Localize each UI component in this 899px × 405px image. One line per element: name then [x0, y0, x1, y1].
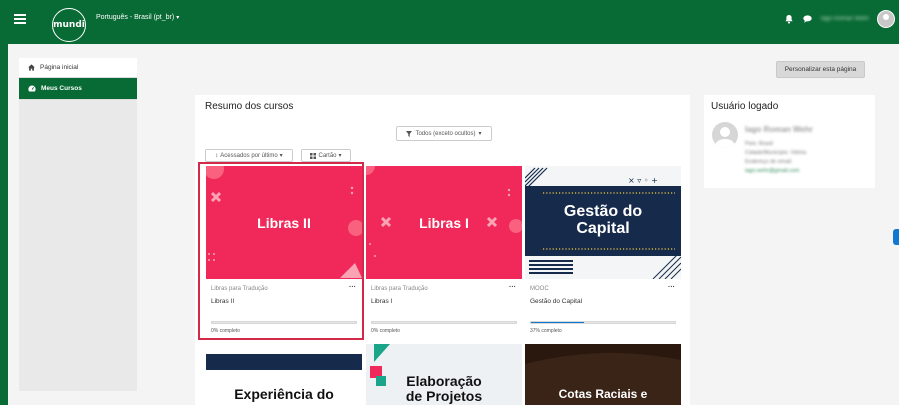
- course-image[interactable]: × ▿ ◦ + Gestão do Capital: [525, 166, 681, 279]
- menu-icon[interactable]: [14, 14, 26, 24]
- user-avatar[interactable]: [712, 122, 738, 148]
- filter-icon: [406, 130, 413, 137]
- course-image-title-line: de Projetos: [405, 387, 483, 404]
- course-category: Libras para Tradução: [371, 286, 428, 292]
- course-card[interactable]: Elaboração de Projetos: [366, 344, 522, 405]
- filter-label: Todos (exceto ocultos): [415, 130, 476, 137]
- course-image[interactable]: Libras II: [206, 166, 362, 279]
- course-image-title-line: Gestão do: [563, 203, 643, 220]
- user-full-name[interactable]: Iago Roman Wehr: [745, 125, 813, 134]
- course-card[interactable]: Libras II Libras para Tradução ··· Libra…: [206, 166, 362, 340]
- view-dropdown[interactable]: Cartão ▾: [301, 149, 351, 162]
- course-image-title: Elaboração de Projetos: [366, 374, 522, 403]
- user-email[interactable]: iago.wehr@gmail.com: [745, 168, 800, 174]
- progress-fill: [531, 322, 585, 323]
- nav-item-label: Meus Cursos: [41, 85, 82, 92]
- progress-bar: [530, 321, 676, 324]
- caret-down-icon: ▾: [279, 153, 283, 159]
- dashboard-icon: [28, 85, 36, 92]
- course-image-title-line: Elaboração: [406, 373, 482, 389]
- course-category: MOOC: [530, 286, 549, 292]
- more-options-icon[interactable]: ···: [668, 284, 675, 291]
- block-title: Resumo dos cursos: [205, 101, 294, 112]
- progress-bar: [211, 321, 357, 324]
- site-logo[interactable]: mundi: [52, 8, 86, 42]
- user-info-line: Endereço de email:: [745, 159, 793, 165]
- course-card[interactable]: Cotas Raciais e: [525, 344, 681, 405]
- user-name[interactable]: Iago Roman Wehr: [820, 16, 869, 22]
- home-icon: [28, 64, 35, 71]
- caret-down-icon: ▾: [478, 131, 482, 137]
- floating-drawer-toggle[interactable]: [893, 229, 899, 245]
- course-name[interactable]: Libras II: [211, 298, 234, 305]
- chat-icon[interactable]: [802, 14, 812, 24]
- course-card[interactable]: Experiência do: [206, 344, 362, 405]
- left-accent-bar: [0, 44, 8, 405]
- course-image-title: Experiência do: [234, 386, 334, 402]
- language-menu[interactable]: Português - Brasil (pt_br) ▾: [96, 14, 179, 21]
- sort-label: Acessados por último: [220, 152, 278, 159]
- progress-bar: [371, 321, 517, 324]
- sort-dropdown[interactable]: ↕ Acessados por último ▾: [205, 149, 293, 162]
- course-card[interactable]: × ▿ ◦ + Gestão do Capital MOOC ··· Gestão…: [525, 166, 681, 340]
- course-image-banner: [206, 354, 362, 370]
- sort-icon: ↕: [215, 152, 219, 159]
- course-card[interactable]: Libras I Libras para Tradução ··· Libras…: [366, 166, 522, 340]
- caret-down-icon: ▾: [338, 153, 342, 159]
- caret-down-icon: ▾: [176, 15, 180, 21]
- more-options-icon[interactable]: ···: [349, 284, 356, 291]
- nav-item-home[interactable]: Página inicial: [19, 58, 137, 78]
- filter-dropdown[interactable]: Todos (exceto ocultos) ▾: [396, 126, 492, 141]
- course-image-title: Libras I: [419, 215, 469, 231]
- course-name[interactable]: Libras I: [371, 298, 392, 305]
- course-image-title-line: Capital: [576, 219, 630, 237]
- course-image-title: Libras II: [257, 215, 311, 231]
- user-info-line: Cidade/Município: Vitória: [745, 150, 807, 156]
- course-image[interactable]: Libras I: [366, 166, 522, 279]
- course-image-title: Gestão do Capital: [525, 203, 681, 238]
- course-category: Libras para Tradução: [211, 286, 268, 292]
- block-title: Usuário logado: [711, 101, 779, 112]
- course-image-title: Cotas Raciais e: [558, 387, 648, 401]
- user-tools: Iago Roman Wehr: [784, 10, 895, 28]
- bell-icon[interactable]: [784, 14, 794, 24]
- course-name[interactable]: Gestão do Capital: [530, 298, 582, 305]
- nav-item-my-courses[interactable]: Meus Cursos: [19, 78, 137, 100]
- view-label: Cartão: [318, 152, 337, 159]
- logged-user-block: Usuário logado Iago Roman Wehr País: Bra…: [704, 95, 875, 188]
- nav-item-label: Página inicial: [40, 64, 79, 71]
- language-label: Português - Brasil (pt_br): [96, 14, 175, 21]
- grid-icon: [310, 152, 317, 159]
- user-info-line: País: Brasil: [745, 141, 773, 147]
- top-navbar: mundi Português - Brasil (pt_br) ▾ Iago R…: [0, 0, 899, 44]
- nav-drawer: Página inicial Meus Cursos: [19, 58, 137, 391]
- user-avatar[interactable]: [877, 10, 895, 28]
- customize-page-button[interactable]: Personalizar esta página: [776, 61, 865, 78]
- more-options-icon[interactable]: ···: [509, 284, 516, 291]
- svg-text:× ▿ ◦ +: × ▿ ◦ +: [628, 176, 658, 185]
- progress-label: 0% completo: [371, 328, 400, 334]
- progress-label: 0% completo: [211, 328, 240, 334]
- progress-label: 37% completo: [530, 328, 562, 334]
